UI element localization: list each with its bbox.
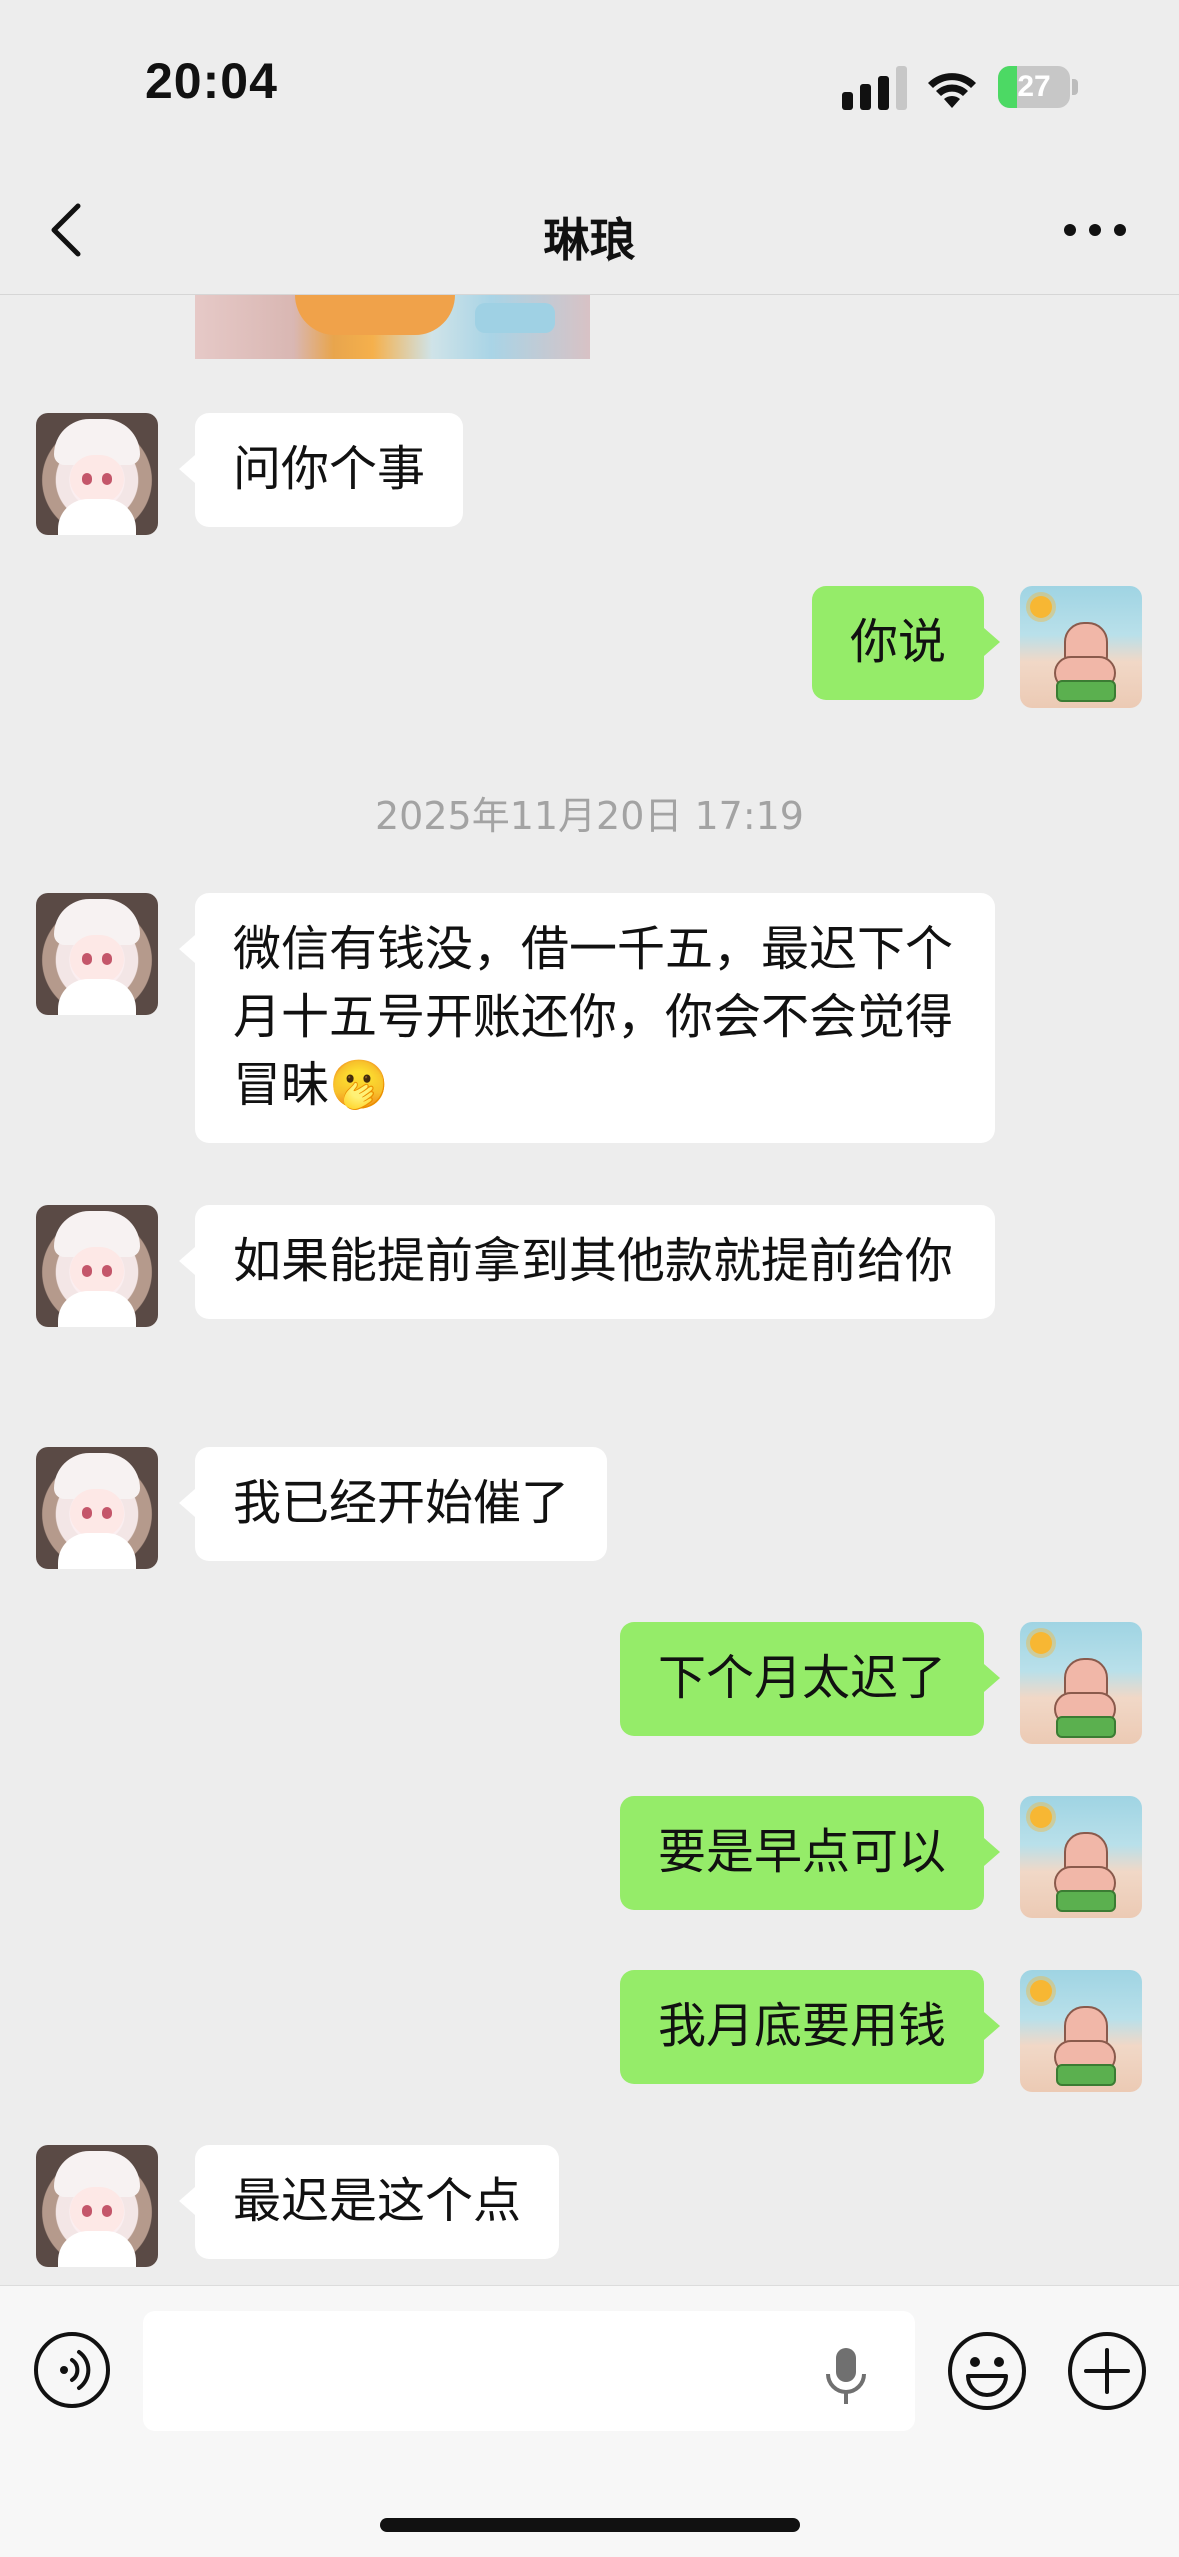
more-dots-icon[interactable]	[1060, 210, 1130, 250]
message-bubble-received[interactable]: 我已经开始催了	[178, 1447, 608, 1561]
message-input[interactable]	[143, 2311, 915, 2431]
contact-avatar[interactable]	[36, 413, 158, 535]
message-bubble-received[interactable]: 最迟是这个点	[178, 2145, 560, 2259]
message-bubble-sent[interactable]: 你说	[811, 586, 1001, 700]
message-bubble-received[interactable]: 微信有钱没，借一千五，最迟下个月十五号开账还你，你会不会觉得冒昧🫢	[179, 893, 995, 1143]
voice-icon[interactable]	[32, 2330, 112, 2410]
my-avatar[interactable]	[1020, 1796, 1142, 1918]
contact-avatar[interactable]	[36, 1447, 158, 1569]
plus-icon[interactable]	[1066, 2330, 1148, 2412]
input-bar	[0, 2285, 1179, 2557]
message-bubble-received[interactable]: 问你个事	[178, 413, 464, 527]
emoji-icon[interactable]	[946, 2330, 1028, 2412]
battery-charging-icon: 27	[998, 66, 1080, 108]
image-message-fragment[interactable]	[195, 295, 590, 359]
contact-avatar[interactable]	[36, 1205, 158, 1327]
contact-avatar[interactable]	[36, 893, 158, 1015]
message-bubble-sent[interactable]: 我月底要用钱	[619, 1970, 1001, 2084]
chat-message-list[interactable]: 问你个事 你说 2025年11月20日 17:19 微信有钱没，借一千五，最迟下…	[0, 295, 1179, 2285]
home-indicator[interactable]	[380, 2518, 800, 2532]
contact-avatar[interactable]	[36, 2145, 158, 2267]
message-timestamp: 2025年11月20日 17:19	[374, 794, 804, 838]
message-bubble-sent[interactable]: 要是早点可以	[619, 1796, 1001, 1910]
wifi-icon	[928, 73, 976, 108]
battery-percentage: 27	[1017, 70, 1051, 103]
my-avatar[interactable]	[1020, 1970, 1142, 2092]
my-avatar[interactable]	[1020, 1622, 1142, 1744]
my-avatar[interactable]	[1020, 586, 1142, 708]
chat-title: 琳琅	[543, 213, 636, 267]
chat-header: 琳琅	[0, 170, 1179, 295]
status-time: 20:04	[145, 53, 278, 109]
message-bubble-received[interactable]: 如果能提前拿到其他款就提前给你	[179, 1205, 995, 1319]
signal-icon	[842, 66, 907, 110]
message-bubble-sent[interactable]: 下个月太迟了	[619, 1622, 1001, 1736]
mic-icon[interactable]	[822, 2346, 870, 2406]
status-bar: 20:04 27	[0, 0, 1179, 170]
